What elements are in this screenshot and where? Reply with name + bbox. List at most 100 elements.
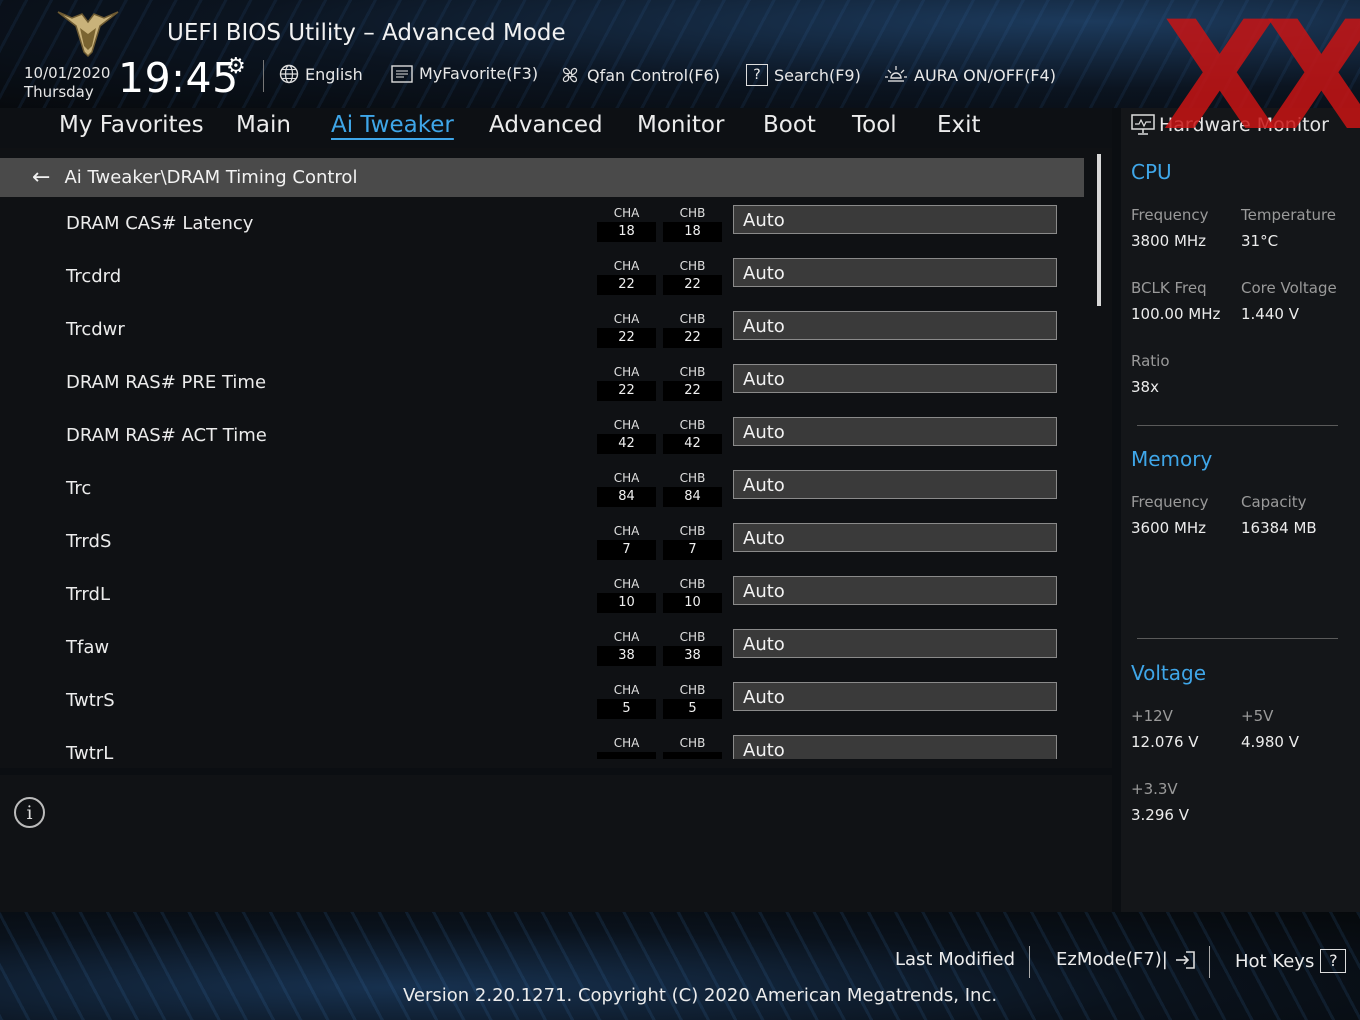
timing-value-input[interactable]: Auto — [733, 258, 1057, 287]
v33-label: +3.3V — [1131, 780, 1178, 798]
setting-row[interactable]: DRAM RAS# ACT Time CHA 42 CHB 42 Auto — [0, 415, 1090, 468]
setting-row[interactable]: Trc CHA 84 CHB 84 Auto — [0, 468, 1090, 521]
cha-value: 22 — [597, 275, 656, 295]
setting-row[interactable]: DRAM CAS# Latency CHA 18 CHB 18 Auto — [0, 203, 1090, 256]
cpu-temperature-value: 31°C — [1241, 232, 1279, 250]
qfan-control-button[interactable]: Qfan Control(F6) — [559, 64, 720, 86]
language-label: English — [305, 64, 363, 84]
setting-label: TrrdS — [66, 531, 112, 552]
setting-row[interactable]: TrrdL CHA 10 CHB 10 Auto — [0, 574, 1090, 627]
timing-value-input[interactable]: Auto — [733, 470, 1057, 499]
cha-label: CHA — [613, 365, 640, 379]
cha-value: 42 — [597, 434, 656, 454]
chb-value: 42 — [663, 434, 722, 454]
help-search-icon: ? — [746, 64, 768, 86]
chb-label: CHB — [679, 471, 706, 485]
cha-readout: CHA 22 — [597, 257, 656, 296]
hw-divider — [1137, 425, 1338, 426]
timing-value-input[interactable]: Auto — [733, 311, 1057, 340]
cha-readout: CHA 22 — [597, 363, 656, 402]
tab-ai-tweaker[interactable]: Ai Tweaker — [331, 112, 454, 138]
chb-readout: CHB 22 — [663, 310, 722, 349]
chb-label: CHB — [679, 418, 706, 432]
search-button[interactable]: ? Search(F9) — [746, 64, 861, 86]
tab-advanced[interactable]: Advanced — [489, 112, 603, 138]
ezmode-label: EzMode(F7)| — [1056, 949, 1168, 970]
chb-label: CHB — [679, 524, 706, 538]
day-text: Thursday — [24, 83, 94, 101]
timing-value-input[interactable]: Auto — [733, 629, 1057, 658]
tab-my-favorites[interactable]: My Favorites — [59, 112, 204, 138]
v5-value: 4.980 V — [1241, 733, 1299, 751]
ezmode-button[interactable]: EzMode(F7)| — [1056, 949, 1196, 970]
cpu-temperature-label: Temperature — [1241, 206, 1337, 224]
timing-value-input[interactable]: Auto — [733, 682, 1057, 711]
timing-value-input[interactable]: Auto — [733, 735, 1057, 759]
last-modified-label: Last Modified — [895, 949, 1016, 970]
timing-value-input[interactable]: Auto — [733, 576, 1057, 605]
chb-value: 18 — [663, 222, 722, 242]
tab-tool[interactable]: Tool — [852, 112, 897, 138]
language-button[interactable]: English — [279, 64, 363, 84]
cha-label: CHA — [613, 524, 640, 538]
setting-row[interactable]: Trcdwr CHA 22 CHB 22 Auto — [0, 309, 1090, 362]
ratio-label: Ratio — [1131, 352, 1170, 370]
cha-readout: CHA 5 — [597, 681, 656, 720]
aura-toggle-button[interactable]: AURA ON/OFF(F4) — [884, 64, 1056, 86]
cha-value: 38 — [597, 646, 656, 666]
tab-exit[interactable]: Exit — [937, 112, 981, 138]
setting-row[interactable]: Tfaw CHA 38 CHB 38 Auto — [0, 627, 1090, 680]
hw-divider — [1137, 638, 1338, 639]
setting-label: TrrdL — [66, 584, 110, 605]
setting-row[interactable]: TwtrL CHA CHB Auto — [0, 733, 1090, 759]
myfavorite-label: MyFavorite(F3) — [419, 64, 539, 83]
chb-readout: CHB 22 — [663, 257, 722, 296]
chb-label: CHB — [679, 312, 706, 326]
cha-value: 84 — [597, 487, 656, 507]
exit-arrow-icon — [1175, 950, 1195, 969]
breadcrumb[interactable]: ← Ai Tweaker\DRAM Timing Control — [0, 158, 1084, 197]
cha-label: CHA — [613, 206, 640, 220]
hotkeys-button[interactable]: Hot Keys ? — [1235, 949, 1347, 973]
timing-list: DRAM CAS# Latency CHA 18 CHB 18 Auto Trcdr… — [0, 203, 1090, 759]
setting-row[interactable]: TwtrS CHA 5 CHB 5 Auto — [0, 680, 1090, 733]
cha-label: CHA — [613, 577, 640, 591]
date-text: 10/01/2020 — [24, 64, 111, 82]
gear-icon[interactable]: ⚙ — [226, 54, 246, 79]
last-modified-button[interactable]: Last Modified — [895, 949, 1015, 970]
scrollbar[interactable] — [1097, 154, 1101, 306]
setting-row[interactable]: Trcdrd CHA 22 CHB 22 Auto — [0, 256, 1090, 309]
cha-readout: CHA 38 — [597, 628, 656, 667]
tab-boot[interactable]: Boot — [763, 112, 816, 138]
back-arrow-icon[interactable]: ← — [32, 165, 50, 190]
chb-label: CHB — [679, 365, 706, 379]
myfavorite-button[interactable]: MyFavorite(F3) — [391, 64, 538, 83]
setting-label: Tfaw — [66, 637, 110, 658]
memory-capacity-label: Capacity — [1241, 493, 1307, 511]
help-info-panel: i — [0, 775, 1112, 912]
chb-value: 5 — [663, 699, 722, 719]
setting-label: Trcdrd — [66, 266, 122, 287]
tab-monitor[interactable]: Monitor — [637, 112, 724, 138]
timing-value-input[interactable]: Auto — [733, 417, 1057, 446]
timing-value-input[interactable]: Auto — [733, 364, 1057, 393]
chb-label: CHB — [679, 630, 706, 644]
setting-row[interactable]: TrrdS CHA 7 CHB 7 Auto — [0, 521, 1090, 574]
cpu-frequency-value: 3800 MHz — [1131, 232, 1207, 250]
chb-label: CHB — [679, 206, 706, 220]
cha-label: CHA — [613, 312, 640, 326]
aura-label: AURA ON/OFF(F4) — [914, 65, 1056, 85]
setting-row[interactable]: DRAM RAS# PRE Time CHA 22 CHB 22 Auto — [0, 362, 1090, 415]
tab-main[interactable]: Main — [236, 112, 291, 138]
setting-label: Trc — [66, 478, 92, 499]
footer-divider — [1029, 946, 1030, 978]
time-display: 19:45 — [118, 54, 239, 102]
breadcrumb-path: Ai Tweaker\DRAM Timing Control — [64, 167, 358, 188]
footer-divider — [1209, 946, 1210, 978]
cha-readout: CHA 18 — [597, 204, 656, 243]
setting-label: DRAM CAS# Latency — [66, 213, 254, 234]
voltage-heading: Voltage — [1131, 661, 1207, 685]
timing-value-input[interactable]: Auto — [733, 205, 1057, 234]
timing-value-input[interactable]: Auto — [733, 523, 1057, 552]
chb-readout: CHB 18 — [663, 204, 722, 243]
